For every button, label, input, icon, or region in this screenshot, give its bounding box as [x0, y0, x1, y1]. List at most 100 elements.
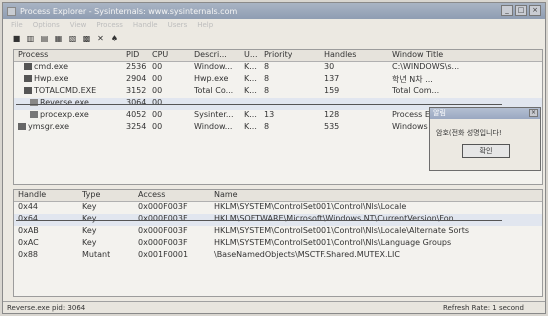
- save-icon[interactable]: ■: [12, 34, 21, 43]
- find-icon[interactable]: ♠: [110, 34, 119, 43]
- process-handles: 30: [324, 62, 335, 71]
- process-user: K...: [244, 62, 257, 71]
- col-handle[interactable]: Handle: [18, 190, 46, 199]
- handle-row-selected[interactable]: 0x64 Key 0x000F003F HKLM\SOFTWARE\Micros…: [14, 214, 542, 226]
- process-desc: Sysinter...: [194, 110, 234, 119]
- handle-row[interactable]: 0x44 Key 0x000F003F HKLM\SYSTEM\ControlS…: [14, 202, 542, 214]
- menu-options[interactable]: Options: [33, 21, 60, 29]
- process-pid: 4052: [126, 110, 147, 119]
- minimize-button[interactable]: _: [501, 5, 513, 16]
- handle-type: Mutant: [82, 250, 111, 259]
- process-priority: 8: [264, 86, 270, 95]
- process-row[interactable]: cmd.exe 2536 00 Window... K... 8 30 C:\W…: [14, 62, 542, 74]
- process-cpu: 00: [152, 74, 163, 83]
- dialog-close-button[interactable]: ×: [529, 109, 538, 117]
- process-explorer-window: Process Explorer - Sysinternals: www.sys…: [2, 2, 546, 314]
- col-name[interactable]: Name: [214, 190, 238, 199]
- process-handles: 137: [324, 74, 340, 83]
- menu-process[interactable]: Process: [96, 21, 123, 29]
- process-user: K...: [244, 86, 257, 95]
- hwp-icon: [24, 75, 32, 82]
- process-handles: 535: [324, 122, 340, 131]
- col-process[interactable]: Process: [18, 50, 48, 59]
- handle-access: 0x000F003F: [138, 214, 188, 223]
- message-dialog: 알림 × 암호(전화 성명입니다! 확인: [429, 107, 541, 171]
- ymsgr-icon: [18, 123, 26, 130]
- col-handles[interactable]: Handles: [324, 50, 356, 59]
- totalcmd-icon: [24, 87, 32, 94]
- process-name: Reverse.exe: [40, 98, 89, 107]
- process-desc: Window...: [194, 122, 233, 131]
- col-priority[interactable]: Priority: [264, 50, 292, 59]
- dialog-ok-button[interactable]: 확인: [462, 144, 510, 158]
- col-cpu[interactable]: CPU: [152, 50, 168, 59]
- process-pid: 2904: [126, 74, 147, 83]
- handle-type: Key: [82, 214, 97, 223]
- handle-list[interactable]: Handle Type Access Name 0x44 Key 0x000F0…: [13, 189, 543, 297]
- dialog-message: 암호(전화 성명입니다!: [436, 129, 502, 137]
- process-priority: 8: [264, 74, 270, 83]
- toolbar: ■ ▥ ▤ ▦ ▧ ▩ ✕ ♠: [3, 31, 545, 45]
- process-priority: 8: [264, 62, 270, 71]
- procexp-icon: [30, 111, 38, 118]
- menu-help[interactable]: Help: [197, 21, 213, 29]
- process-desc: Total Co...: [194, 86, 234, 95]
- handle-name: HKLM\SYSTEM\ControlSet001\Control\Nls\Lo…: [214, 226, 469, 235]
- menu-file[interactable]: File: [11, 21, 23, 29]
- handle-value: 0xAB: [18, 226, 39, 235]
- handle-access: 0x000F003F: [138, 202, 188, 211]
- properties-icon[interactable]: ▩: [82, 34, 91, 43]
- cmd-icon: [24, 63, 32, 70]
- process-name: ymsgr.exe: [28, 122, 70, 131]
- dll-view-icon[interactable]: ▧: [68, 34, 77, 43]
- process-cpu: 00: [152, 98, 163, 107]
- col-window-title[interactable]: Window Title: [392, 50, 443, 59]
- process-pid: 3064: [126, 98, 147, 107]
- process-priority: 8: [264, 122, 270, 131]
- process-cpu: 00: [152, 86, 163, 95]
- process-row[interactable]: Hwp.exe 2904 00 Hwp.exe K... 8 137 학년 N차…: [14, 74, 542, 86]
- menu-view[interactable]: View: [70, 21, 87, 29]
- process-row[interactable]: TOTALCMD.EXE 3152 00 Total Co... K... 8 …: [14, 86, 542, 98]
- handle-name: \BaseNamedObjects\MSCTF.Shared.MUTEX.LIC: [214, 250, 400, 259]
- col-pid[interactable]: PID: [126, 50, 139, 59]
- process-window-title: C:\WINDOWS\s...: [392, 62, 460, 71]
- status-selected-process: Reverse.exe pid: 3064: [7, 304, 86, 312]
- reverse-icon: [30, 99, 38, 106]
- title-bar: Process Explorer - Sysinternals: www.sys…: [3, 3, 545, 19]
- kill-process-icon[interactable]: ✕: [96, 34, 105, 43]
- col-access[interactable]: Access: [138, 190, 165, 199]
- process-name: Hwp.exe: [34, 74, 69, 83]
- dialog-title: 알림: [433, 109, 446, 117]
- process-list-header: Process PID CPU Descri... U... Priority …: [14, 50, 542, 62]
- handle-value: 0x44: [18, 202, 39, 211]
- maximize-button[interactable]: □: [515, 5, 527, 16]
- handle-row[interactable]: 0x88 Mutant 0x001F0001 \BaseNamedObjects…: [14, 250, 542, 262]
- process-window-title: Total Com...: [392, 86, 440, 95]
- process-name: procexp.exe: [40, 110, 89, 119]
- handle-list-header: Handle Type Access Name: [14, 190, 542, 202]
- system-info-icon[interactable]: ▤: [40, 34, 49, 43]
- close-button[interactable]: ×: [529, 5, 541, 16]
- col-type[interactable]: Type: [82, 190, 100, 199]
- window-title: Process Explorer - Sysinternals: www.sys…: [20, 6, 238, 16]
- status-refresh-rate: Refresh Rate: 1 second: [443, 304, 524, 312]
- menu-handle[interactable]: Handle: [133, 21, 158, 29]
- handle-type: Key: [82, 202, 97, 211]
- handle-row[interactable]: 0xAB Key 0x000F003F HKLM\SYSTEM\ControlS…: [14, 226, 542, 238]
- refresh-icon[interactable]: ▥: [26, 34, 35, 43]
- process-pid: 2536: [126, 62, 147, 71]
- process-user: K...: [244, 74, 257, 83]
- col-user[interactable]: U...: [244, 50, 257, 59]
- process-tree-icon[interactable]: ▦: [54, 34, 63, 43]
- menu-users[interactable]: Users: [168, 21, 188, 29]
- handle-row[interactable]: 0xAC Key 0x000F003F HKLM\SYSTEM\ControlS…: [14, 238, 542, 250]
- process-cpu: 00: [152, 62, 163, 71]
- app-icon: [7, 6, 16, 16]
- col-description[interactable]: Descri...: [194, 50, 227, 59]
- handle-type: Key: [82, 238, 97, 247]
- handle-value: 0xAC: [18, 238, 39, 247]
- process-cpu: 00: [152, 110, 163, 119]
- handle-type: Key: [82, 226, 97, 235]
- handle-name: HKLM\SYSTEM\ControlSet001\Control\Nls\La…: [214, 238, 452, 247]
